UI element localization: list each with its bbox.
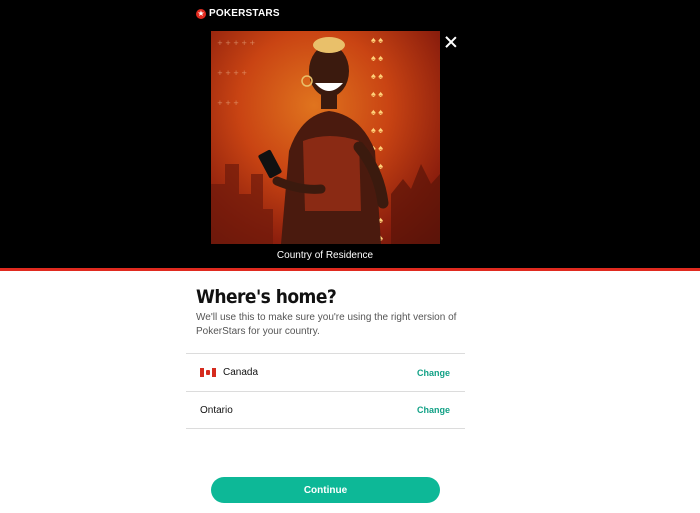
accent-divider: [0, 268, 700, 271]
svg-text:+ + +: + + +: [217, 99, 239, 107]
pokerstars-logo: ★ POKERSTARS: [196, 8, 280, 19]
province-row: Ontario Change: [186, 391, 465, 429]
country-label: Canada: [223, 367, 259, 378]
svg-text:♠ ♠: ♠ ♠: [371, 107, 383, 117]
svg-text:+ + + +: + + + +: [217, 69, 247, 77]
close-icon[interactable]: [443, 34, 459, 50]
svg-text:♠ ♠: ♠ ♠: [371, 89, 383, 99]
province-label: Ontario: [200, 404, 233, 416]
svg-text:♠ ♠: ♠ ♠: [371, 53, 383, 63]
canada-flag-icon: [200, 368, 216, 377]
logo-text: POKERSTARS: [209, 8, 280, 19]
change-province-link[interactable]: Change: [417, 405, 450, 415]
change-country-link[interactable]: Change: [417, 368, 450, 378]
hero-image: + + + + + + + + + + + + ♠ ♠ ♠ ♠ ♠ ♠ ♠ ♠ …: [211, 31, 440, 244]
country-row: Canada Change: [186, 353, 465, 391]
svg-text:+ + + + +: + + + + +: [217, 39, 255, 47]
smiling-woman-icon: + + + + + + + + + + + + ♠ ♠ ♠ ♠ ♠ ♠ ♠ ♠ …: [217, 35, 389, 244]
page-title: Where's home?: [196, 286, 337, 308]
spade-star-icon: ★: [196, 8, 206, 19]
page-description: We'll use this to make sure you're using…: [196, 312, 457, 337]
svg-text:♠ ♠: ♠ ♠: [371, 125, 383, 135]
svg-text:♠ ♠: ♠ ♠: [371, 71, 383, 81]
svg-text:♠ ♠: ♠ ♠: [371, 35, 383, 45]
hero-caption: Country of Residence: [276, 250, 374, 261]
continue-button[interactable]: Continue: [211, 477, 440, 503]
